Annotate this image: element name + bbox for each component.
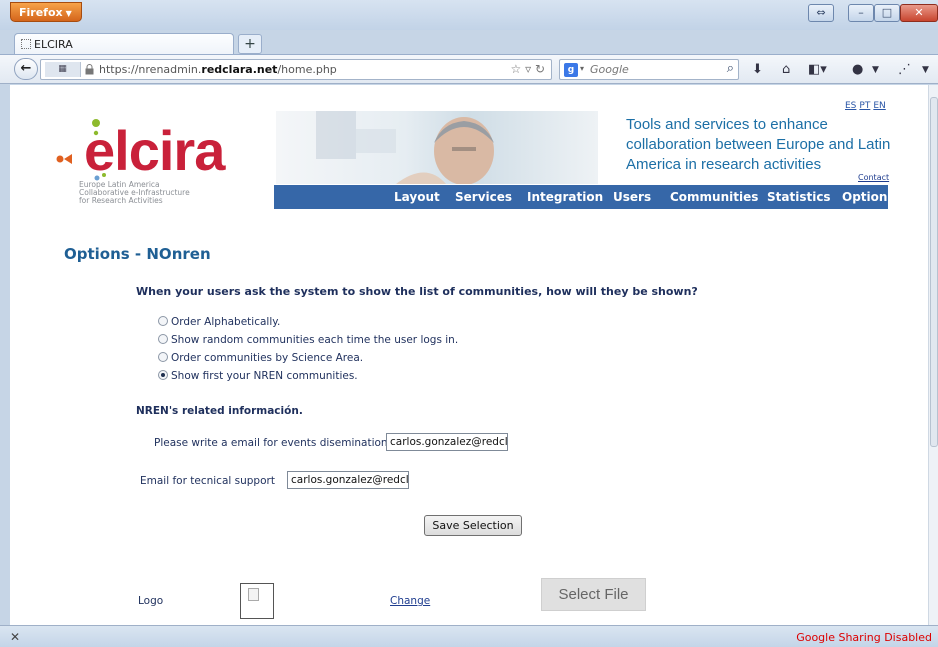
maximize-button[interactable]: □ <box>874 4 900 22</box>
option-random-communities[interactable]: Show random communities each time the us… <box>158 334 458 348</box>
language-links: ES PT EN <box>842 101 886 111</box>
logo-wordmark: elcira <box>84 119 225 182</box>
menu-integration[interactable]: Integration <box>527 190 603 204</box>
logo-thumbnail <box>240 583 274 619</box>
broken-image-icon <box>248 588 259 601</box>
option-nren-first[interactable]: Show first your NREN communities. <box>158 370 358 384</box>
overflow-menu-icon[interactable]: ▼ <box>922 63 929 77</box>
url-text: https://nrenadmin.redclara.net/home.php <box>99 63 337 76</box>
save-selection-button[interactable]: Save Selection <box>424 515 522 536</box>
vertical-scrollbar[interactable] <box>928 85 938 625</box>
window-titlebar: Firefox ▼ ⇔ – □ ✕ <box>0 0 938 30</box>
globe-icon[interactable]: ● <box>852 63 863 77</box>
history-dropdown-icon[interactable]: ▿ <box>525 62 531 76</box>
elcira-logo[interactable]: elcira Europe Latin America Collaborativ… <box>50 111 270 206</box>
url-domain: redclara.net <box>201 63 278 76</box>
events-email-field[interactable]: carlos.gonzalez@redcla <box>386 433 508 451</box>
communities-order-question: When your users ask the system to show t… <box>136 285 698 298</box>
site-identity-button[interactable]: ▦ <box>45 62 81 77</box>
lock-icon <box>85 64 94 75</box>
option-label: Show random communities each time the us… <box>171 334 459 346</box>
option-label: Order Alphabetically. <box>171 316 281 328</box>
radio-button-selected[interactable] <box>158 370 168 380</box>
site-tagline: Tools and services to enhance collaborat… <box>626 116 891 173</box>
menu-layout[interactable]: Layout <box>394 190 440 204</box>
radio-button[interactable] <box>158 316 168 326</box>
back-button[interactable]: ← <box>14 58 38 80</box>
url-bar[interactable]: ▦ https://nrenadmin.redclara.net/home.ph… <box>40 59 552 80</box>
select-file-button[interactable]: Select File <box>541 578 646 611</box>
option-order-science-area[interactable]: Order communities by Science Area. <box>158 352 363 366</box>
option-label: Show first your NREN communities. <box>171 370 358 382</box>
menu-users[interactable]: Users <box>613 190 651 204</box>
home-icon[interactable]: ⌂ <box>782 63 790 77</box>
header-banner-image <box>276 111 598 185</box>
support-email-label: Email for tecnical support <box>140 475 275 487</box>
menu-services[interactable]: Services <box>455 190 512 204</box>
option-order-alphabetically[interactable]: Order Alphabetically. <box>158 316 280 330</box>
radio-button[interactable] <box>158 352 168 362</box>
scrollbar-thumb[interactable] <box>930 97 938 447</box>
search-placeholder: Google <box>590 63 629 76</box>
banner-photo <box>316 111 494 185</box>
logo-label: Logo <box>138 595 164 607</box>
menu-options[interactable]: Options <box>842 190 895 204</box>
contact-link[interactable]: Contact <box>858 173 889 182</box>
status-bar: ✕ Google Sharing Disabled <box>0 625 938 647</box>
tab-elcira[interactable]: ELCIRA <box>14 33 234 56</box>
restore-window-button[interactable]: ⇔ <box>808 4 834 22</box>
google-icon: g <box>564 63 578 77</box>
new-tab-button[interactable]: + <box>238 34 262 54</box>
lang-en-link[interactable]: EN <box>873 101 885 111</box>
addon-icon[interactable]: ◧▾ <box>808 63 827 77</box>
main-menu: Layout Services Integration Users Commun… <box>274 185 895 209</box>
logo-sub-line: for Research Activities <box>79 196 163 205</box>
bookmark-star-icon[interactable]: ☆ <box>510 62 521 76</box>
close-window-button[interactable]: ✕ <box>900 4 938 22</box>
reload-icon[interactable]: ↻ <box>535 62 545 76</box>
page-title: Options - NOnren <box>64 245 211 263</box>
url-bar-icons: ☆ ▿ ↻ <box>510 62 545 76</box>
nren-info-heading: NREN's related información. <box>136 405 303 417</box>
support-email-field[interactable]: carlos.gonzalez@redcla <box>287 471 409 489</box>
tab-strip: ELCIRA + <box>0 30 938 56</box>
tab-title: ELCIRA <box>34 38 73 51</box>
search-engine-dropdown-icon[interactable]: ▾ <box>580 64 584 73</box>
close-icon[interactable]: ✕ <box>10 630 20 644</box>
option-label: Order communities by Science Area. <box>171 352 364 364</box>
favicon-icon <box>21 39 31 49</box>
chevron-down-icon: ▼ <box>65 9 72 18</box>
menu-communities[interactable]: Communities <box>670 190 758 204</box>
search-bar[interactable]: g ▾ Google ⌕ <box>559 59 739 80</box>
change-logo-link[interactable]: Change <box>390 595 430 607</box>
lang-es-link[interactable]: ES <box>845 101 856 111</box>
minimize-button[interactable]: – <box>848 4 874 22</box>
page-viewport: ES PT EN elcira Europe Latin America Colla… <box>10 85 928 625</box>
url-path: /home.php <box>277 63 337 76</box>
navigation-toolbar: ← ▦ https://nrenadmin.redclara.net/home.… <box>0 54 938 84</box>
logo-subtitle: Europe Latin America Collaborative e-Inf… <box>79 181 190 205</box>
lang-pt-link[interactable]: PT <box>859 101 870 111</box>
firefox-menu-label: Firefox <box>19 6 63 19</box>
events-email-label: Please write a email for events disemina… <box>154 437 397 449</box>
radio-button[interactable] <box>158 334 168 344</box>
status-text[interactable]: Google Sharing Disabled <box>796 631 932 644</box>
search-icon[interactable]: ⌕ <box>727 61 734 76</box>
chevron-down-icon[interactable]: ▼ <box>872 63 879 77</box>
firefox-menu-button[interactable]: Firefox ▼ <box>10 2 82 22</box>
menu-statistics[interactable]: Statistics <box>767 190 831 204</box>
download-icon[interactable]: ⬇ <box>752 63 763 77</box>
url-prefix: https://nrenadmin. <box>99 63 202 76</box>
extension-icon[interactable]: ⋰ <box>898 63 911 77</box>
